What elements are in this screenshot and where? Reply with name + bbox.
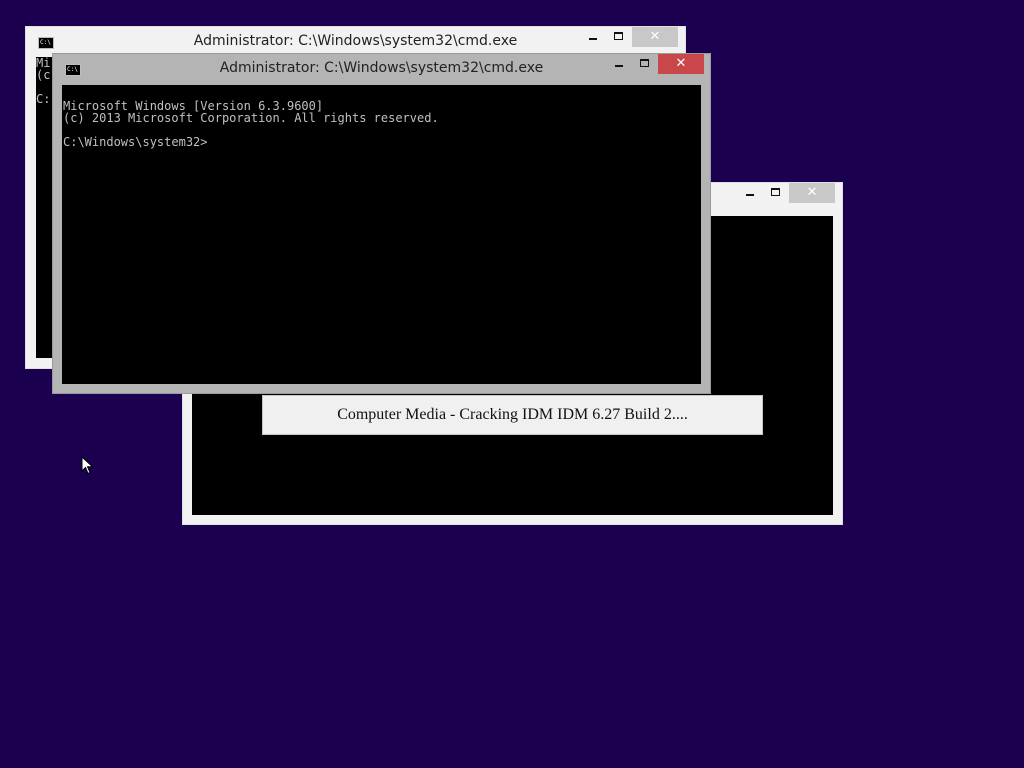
console-prompt[interactable]: C:\Windows\system32> [63,135,208,149]
video-caption: Computer Media - Cracking IDM IDM 6.27 B… [262,395,763,435]
maximize-button[interactable] [606,27,632,47]
caption-text: Computer Media - Cracking IDM IDM 6.27 B… [337,406,688,423]
maximize-icon [771,188,780,196]
close-icon: ✕ [806,185,818,200]
minimize-button[interactable] [737,183,763,203]
maximize-icon [640,59,649,67]
close-button[interactable]: ✕ [789,183,835,203]
maximize-button[interactable] [632,54,658,74]
close-button[interactable]: ✕ [632,27,678,47]
close-button[interactable]: ✕ [658,54,704,74]
mouse-pointer-icon [81,456,94,475]
window-titlebar[interactable]: C:\ Administrator: C:\Windows\system32\c… [53,54,710,86]
minimize-icon [746,194,754,196]
console-output[interactable]: Microsoft Windows [Version 6.3.9600] (c)… [62,85,701,384]
maximize-icon [614,32,623,40]
minimize-icon [615,65,623,67]
close-icon: ✕ [649,29,661,44]
minimize-button[interactable] [606,54,632,74]
console-line-copyright: (c) 2013 Microsoft Corporation. All righ… [63,111,439,125]
cmd-window-front[interactable]: C:\ Administrator: C:\Windows\system32\c… [52,53,711,394]
minimize-button[interactable] [580,27,606,47]
close-icon: ✕ [675,56,687,71]
maximize-button[interactable] [763,183,789,203]
minimize-icon [589,38,597,40]
